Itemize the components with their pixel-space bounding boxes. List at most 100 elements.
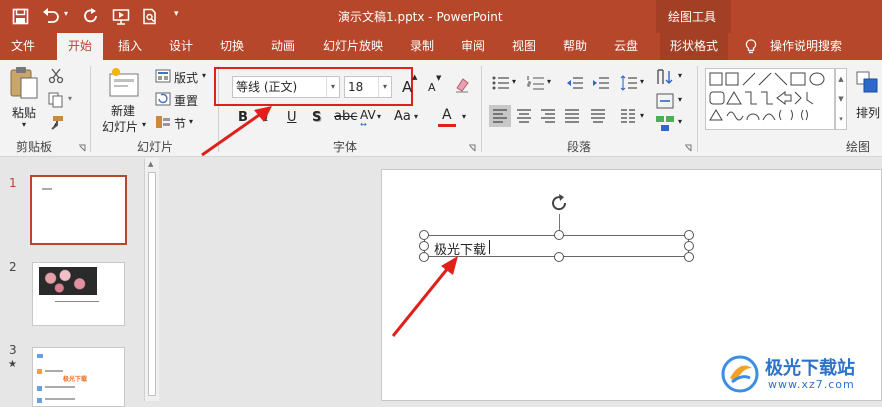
textbox-text[interactable]: 极光下载	[434, 239, 486, 258]
font-launcher-icon[interactable]	[468, 144, 476, 152]
clipboard-launcher-icon[interactable]	[78, 144, 86, 152]
character-spacing-arrow-icon: ↔	[360, 120, 367, 129]
shrink-font-button[interactable]: A	[428, 81, 436, 94]
case-dropdown-icon[interactable]: ▾	[414, 112, 418, 121]
increase-indent-icon[interactable]	[592, 75, 610, 91]
align-text-icon[interactable]	[655, 92, 675, 110]
line-spacing-icon[interactable]	[620, 75, 638, 91]
redo-icon[interactable]	[83, 8, 100, 25]
slide-thumbnail-3[interactable]: 极光下载	[32, 347, 125, 407]
tell-me-search[interactable]: 操作说明搜索	[766, 33, 846, 60]
slide-number: 3	[9, 343, 17, 357]
smartart-icon[interactable]	[655, 114, 675, 132]
text-shadow-button[interactable]: S	[312, 110, 321, 125]
format-painter-icon[interactable]	[48, 115, 64, 131]
justify-icon[interactable]	[564, 108, 580, 124]
tab-help[interactable]: 帮助	[558, 33, 592, 60]
tab-file[interactable]: 文件	[6, 33, 40, 60]
font-color-button[interactable]: A	[442, 107, 452, 123]
change-case-button[interactable]: Aa	[394, 109, 411, 124]
grow-font-button[interactable]: A	[402, 78, 412, 96]
align-center-icon[interactable]	[516, 108, 532, 124]
decrease-indent-icon[interactable]	[566, 75, 584, 91]
distributed-icon[interactable]	[590, 108, 606, 124]
resize-handle-bl[interactable]	[419, 252, 429, 262]
resize-handle-mr[interactable]	[684, 241, 694, 251]
layout-dropdown-icon[interactable]: ▾	[202, 71, 206, 80]
undo-icon[interactable]	[42, 8, 60, 25]
italic-button[interactable]: I	[264, 110, 269, 125]
text-direction-icon[interactable]	[655, 67, 675, 87]
scroll-up-icon[interactable]: ▲	[148, 160, 153, 168]
numbering-icon[interactable]	[527, 75, 545, 91]
new-slide-icon[interactable]	[108, 66, 140, 100]
copy-icon[interactable]	[48, 92, 64, 108]
cut-icon[interactable]	[48, 68, 64, 84]
copy-dropdown-icon[interactable]: ▾	[68, 94, 72, 103]
tab-transitions[interactable]: 切换	[215, 33, 249, 60]
text-direction-dropdown-icon[interactable]: ▾	[678, 71, 682, 80]
arrange-icon[interactable]	[855, 70, 879, 94]
columns-dropdown-icon[interactable]: ▾	[640, 111, 644, 120]
new-slide-label-2[interactable]: 幻灯片	[102, 118, 138, 135]
tab-design[interactable]: 设计	[164, 33, 198, 60]
smartart-dropdown-icon[interactable]: ▾	[678, 117, 682, 126]
section-label[interactable]: 节	[174, 115, 186, 132]
underline-button[interactable]: U	[287, 110, 297, 125]
tab-shape-format[interactable]: 形状格式	[660, 33, 728, 60]
columns-icon[interactable]	[620, 108, 636, 124]
shrink-font-caret: ▼	[436, 74, 442, 82]
paragraph-launcher-icon[interactable]	[684, 144, 692, 152]
resize-handle-tm[interactable]	[554, 230, 564, 240]
section-dropdown-icon[interactable]: ▾	[189, 117, 193, 126]
paste-icon[interactable]	[9, 66, 39, 102]
scroll-thumb[interactable]	[148, 172, 156, 396]
start-from-beginning-icon[interactable]	[112, 8, 130, 25]
thumbnail-scrollbar[interactable]: ▲	[144, 158, 159, 401]
shapes-icon[interactable]	[707, 70, 825, 128]
numbering-dropdown-icon[interactable]: ▾	[547, 77, 551, 86]
resize-handle-bm[interactable]	[554, 252, 564, 262]
tab-view[interactable]: 视图	[507, 33, 541, 60]
save-icon[interactable]	[12, 8, 29, 25]
new-slide-dropdown-icon[interactable]: ▾	[142, 120, 146, 129]
undo-dropdown-icon[interactable]: ▾	[64, 9, 68, 18]
gallery-scroll[interactable]: ▲ ▼ ▾	[835, 68, 847, 130]
line-spacing-dropdown-icon[interactable]: ▾	[640, 77, 644, 86]
paste-dropdown-icon[interactable]: ▾	[22, 120, 26, 129]
bold-button[interactable]: B	[238, 110, 248, 125]
layout-icon[interactable]	[155, 69, 171, 83]
paste-label[interactable]: 粘贴	[12, 104, 36, 121]
rotate-handle-icon[interactable]	[548, 192, 570, 214]
tab-cloud[interactable]: 云盘	[609, 33, 643, 60]
customize-toolbar-icon[interactable]: ▾	[174, 9, 179, 19]
bullets-icon[interactable]	[492, 75, 510, 91]
tab-review[interactable]: 审阅	[456, 33, 490, 60]
arrange-label[interactable]: 排列	[856, 104, 880, 121]
resize-handle-tr[interactable]	[684, 230, 694, 240]
slide-thumbnail-2[interactable]	[32, 262, 125, 326]
tab-home[interactable]: 开始	[57, 33, 103, 61]
align-left-icon[interactable]	[489, 105, 511, 127]
tab-insert[interactable]: 插入	[113, 33, 147, 60]
resize-handle-br[interactable]	[684, 252, 694, 262]
reset-label[interactable]: 重置	[174, 92, 198, 109]
tab-slideshow[interactable]: 幻灯片放映	[319, 33, 387, 60]
align-text-dropdown-icon[interactable]: ▾	[678, 95, 682, 104]
spacing-dropdown-icon[interactable]: ▾	[377, 112, 381, 121]
print-preview-icon[interactable]	[142, 8, 159, 25]
resize-handle-ml[interactable]	[419, 241, 429, 251]
new-slide-label[interactable]: 新建	[111, 102, 135, 119]
slide-thumbnail-1[interactable]	[30, 175, 127, 245]
bullets-dropdown-icon[interactable]: ▾	[512, 77, 516, 86]
layout-label[interactable]: 版式	[174, 69, 198, 86]
align-right-icon[interactable]	[540, 108, 556, 124]
tab-record[interactable]: 录制	[405, 33, 439, 60]
strikethrough-icon[interactable]: abc	[334, 109, 357, 124]
reset-icon[interactable]	[155, 92, 171, 106]
clear-formatting-icon[interactable]	[453, 76, 471, 94]
font-color-dropdown-icon[interactable]: ▾	[462, 112, 466, 121]
tab-animations[interactable]: 动画	[266, 33, 300, 60]
section-icon[interactable]	[155, 115, 171, 129]
resize-handle-tl[interactable]	[419, 230, 429, 240]
